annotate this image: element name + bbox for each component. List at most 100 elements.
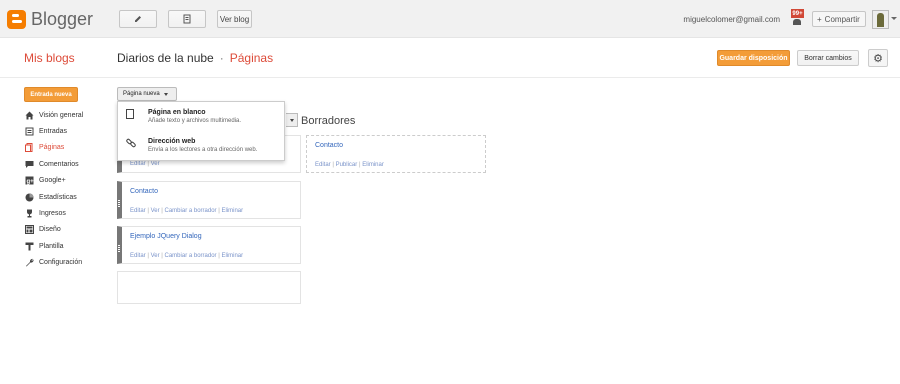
delete-link[interactable]: Eliminar	[362, 162, 384, 168]
delete-link[interactable]: Eliminar	[221, 253, 243, 259]
comment-icon	[24, 160, 34, 169]
action-separator: |	[358, 162, 361, 168]
menu-item-web-address[interactable]: Dirección web Envía a los lectores a otr…	[118, 133, 284, 159]
sidebar-item-template[interactable]: Plantilla	[24, 240, 64, 252]
avatar[interactable]	[872, 10, 889, 29]
blog-name[interactable]: Diarios de la nube	[117, 51, 214, 65]
new-page-label: Página nueva	[123, 91, 160, 97]
sidebar-item-label: Ingresos	[39, 209, 66, 217]
save-layout-button[interactable]: Guardar disposición	[717, 50, 790, 66]
sidebar-item-label: Comentarios	[39, 160, 79, 168]
sidebar-item-label: Google+	[39, 176, 66, 184]
draft-card[interactable]: Contacto Editar | Publicar | Eliminar	[306, 135, 486, 173]
action-separator: |	[218, 253, 220, 259]
share-label: Compartir	[824, 14, 860, 24]
header-divider	[0, 77, 900, 78]
new-page-menu: Página en blanco Añade texto y archivos …	[117, 101, 285, 161]
clear-changes-button[interactable]: Borrar cambios	[797, 50, 859, 66]
action-separator: |	[161, 208, 163, 214]
chevron-down-icon	[289, 118, 294, 122]
card-actions: Editar | Ver | Cambiar a borrador | Elim…	[130, 253, 243, 259]
notifications-button[interactable]: 99+	[789, 9, 805, 26]
page-card[interactable]: Contacto Editar | Ver | Cambiar a borrad…	[117, 181, 301, 219]
new-post-button[interactable]	[119, 10, 157, 28]
wrench-icon	[24, 258, 34, 267]
action-separator: |	[147, 161, 149, 167]
sidebar-item-label: Configuración	[39, 258, 83, 266]
drafts-toggle-button[interactable]	[286, 113, 298, 127]
sidebar-item-label: Estadísticas	[39, 193, 77, 201]
posts-icon	[24, 127, 34, 136]
section-name: Páginas	[229, 51, 274, 65]
top-bar: Blogger Ver blog miguelcolomer@gmail.com…	[0, 0, 900, 38]
trophy-icon	[24, 209, 34, 218]
delete-link[interactable]: Eliminar	[221, 208, 243, 214]
sidebar-item-stats[interactable]: Estadísticas	[24, 191, 77, 203]
template-icon	[24, 242, 34, 251]
menu-item-desc: Añade texto y archivos multimedia.	[148, 118, 242, 124]
sidebar-item-earnings[interactable]: Ingresos	[24, 207, 66, 219]
edit-link[interactable]: Editar	[130, 208, 146, 214]
account-email[interactable]: miguelcolomer@gmail.com	[683, 15, 780, 24]
edit-link[interactable]: Editar	[315, 162, 331, 168]
chevron-down-icon	[163, 92, 168, 96]
sidebar-item-posts[interactable]: Entradas	[24, 125, 67, 137]
my-blogs-link[interactable]: Mis blogs	[24, 51, 75, 65]
blogger-logo-icon[interactable]	[7, 10, 26, 29]
card-actions: Editar | Publicar | Eliminar	[315, 162, 384, 168]
link-icon	[126, 138, 136, 150]
chevron-down-icon[interactable]	[891, 17, 897, 20]
action-separator: |	[147, 208, 149, 214]
sidebar-item-label: Diseño	[39, 225, 61, 233]
page-card[interactable]: Ejemplo JQuery Dialog Editar | Ver | Cam…	[117, 226, 301, 264]
view-link[interactable]: Ver	[151, 208, 160, 214]
sidebar-item-settings[interactable]: Configuración	[24, 256, 82, 268]
card-actions: Editar | Ver	[130, 161, 160, 167]
action-separator: |	[218, 208, 220, 214]
sidebar-item-overview[interactable]: Visión general	[24, 109, 83, 121]
empty-page-slot	[117, 271, 301, 304]
sidebar-item-label: Entradas	[39, 127, 68, 135]
page-title: Diarios de la nube · Páginas	[117, 51, 273, 65]
new-post-button[interactable]: Entrada nueva	[24, 87, 78, 102]
title-separator: ·	[219, 51, 224, 65]
view-link[interactable]: Ver	[151, 161, 160, 167]
stats-icon	[24, 193, 34, 202]
notification-badge: 99+	[791, 9, 804, 18]
action-separator: |	[147, 253, 149, 259]
edit-link[interactable]: Editar	[130, 161, 146, 167]
plus-icon: +	[817, 14, 822, 24]
draft-card-title[interactable]: Contacto	[315, 142, 343, 149]
bell-icon	[793, 19, 801, 25]
sidebar-item-comments[interactable]: Comentarios	[24, 158, 79, 170]
menu-item-desc: Envía a los lectores a otra dirección we…	[148, 147, 258, 153]
house-icon	[24, 111, 34, 120]
menu-item-title: Página en blanco	[148, 109, 206, 116]
sidebar-item-pages[interactable]: Páginas	[24, 141, 64, 153]
drafts-title: Borradores	[301, 115, 356, 127]
gear-icon: ⚙	[873, 52, 883, 65]
sidebar-item-google-plus[interactable]: g+ Google+	[24, 174, 66, 186]
blogger-logo-text[interactable]: Blogger	[31, 9, 93, 30]
page-card-title[interactable]: Ejemplo JQuery Dialog	[130, 233, 202, 240]
settings-button[interactable]: ⚙	[868, 49, 888, 67]
pencil-icon	[135, 16, 141, 22]
pages-button[interactable]	[168, 10, 206, 28]
new-page-button[interactable]: Página nueva	[117, 87, 177, 101]
share-button[interactable]: + Compartir	[812, 11, 866, 27]
revert-to-draft-link[interactable]: Cambiar a borrador	[165, 208, 217, 214]
sidebar-item-layout[interactable]: Diseño	[24, 223, 61, 235]
menu-item-blank-page[interactable]: Página en blanco Añade texto y archivos …	[118, 104, 284, 130]
svg-text:g+: g+	[26, 179, 34, 185]
view-blog-button[interactable]: Ver blog	[217, 10, 252, 28]
sidebar-item-label: Visión general	[39, 111, 84, 119]
edit-link[interactable]: Editar	[130, 253, 146, 259]
blank-page-icon	[126, 109, 134, 121]
action-separator: |	[161, 253, 163, 259]
view-link[interactable]: Ver	[151, 253, 160, 259]
publish-link[interactable]: Publicar	[336, 162, 358, 168]
page-card-title[interactable]: Contacto	[130, 188, 158, 195]
revert-to-draft-link[interactable]: Cambiar a borrador	[165, 253, 217, 259]
card-actions: Editar | Ver | Cambiar a borrador | Elim…	[130, 208, 243, 214]
sidebar-item-label: Páginas	[39, 143, 65, 151]
